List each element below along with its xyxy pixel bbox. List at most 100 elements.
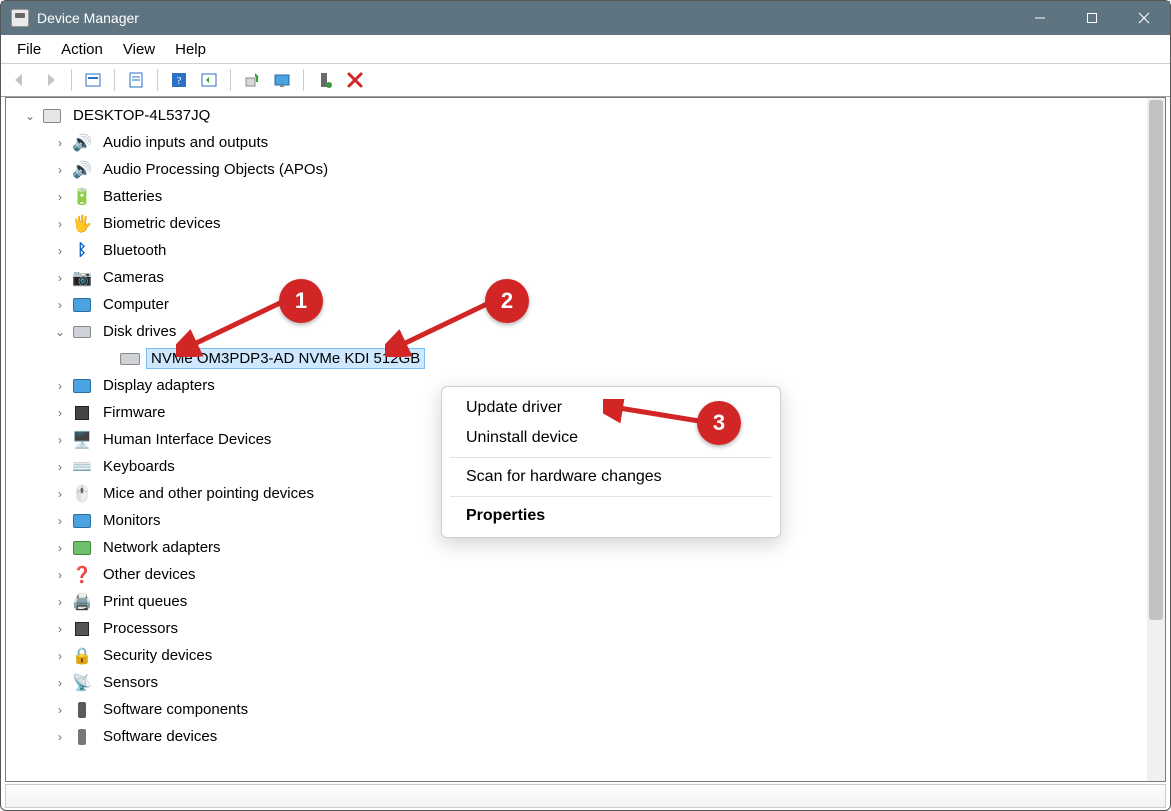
uninstall-device-button[interactable] [342, 67, 368, 93]
app-icon [11, 9, 29, 27]
twisty-icon[interactable]: › [52, 621, 68, 637]
properties-button[interactable] [123, 67, 149, 93]
tree-category-1[interactable]: ›🔊Audio Processing Objects (APOs) [8, 156, 1165, 183]
statusbar [5, 784, 1166, 808]
annotation-circle-1: 1 [279, 279, 323, 323]
twisty-icon[interactable]: › [52, 162, 68, 178]
screen-icon [72, 511, 92, 531]
tree-label[interactable]: Display adapters [98, 375, 220, 396]
tree-label[interactable]: Monitors [98, 510, 166, 531]
menu-help[interactable]: Help [165, 39, 216, 60]
camera-icon: 📷 [72, 268, 92, 288]
tree-category-3[interactable]: ›🖐️Biometric devices [8, 210, 1165, 237]
tree-device-7-0[interactable]: NVMe OM3PDP3-AD NVMe KDI 512GB [8, 345, 1165, 372]
twisty-icon[interactable]: › [52, 702, 68, 718]
tree-label[interactable]: Audio Processing Objects (APOs) [98, 159, 333, 180]
tree-root[interactable]: ⌄ DESKTOP-4L537JQ [8, 102, 1165, 129]
forward-button[interactable] [37, 67, 63, 93]
tree-label[interactable]: Security devices [98, 645, 217, 666]
scan-hardware-button[interactable] [269, 67, 295, 93]
context-separator [450, 457, 772, 458]
scrollbar[interactable] [1147, 98, 1165, 781]
other-icon: ❓ [72, 565, 92, 585]
tree-label[interactable]: Software devices [98, 726, 222, 747]
twisty-icon[interactable]: › [52, 594, 68, 610]
twisty-icon[interactable]: › [52, 297, 68, 313]
tree-category-14[interactable]: › Network adapters [8, 534, 1165, 561]
tree-label[interactable]: Mice and other pointing devices [98, 483, 319, 504]
update-driver-button[interactable] [239, 67, 265, 93]
tree-label[interactable]: Cameras [98, 267, 169, 288]
twisty-icon[interactable]: › [52, 189, 68, 205]
twisty-icon[interactable]: › [52, 243, 68, 259]
annotation-circle-2: 2 [485, 279, 529, 323]
twisty-icon[interactable]: › [52, 486, 68, 502]
tree-category-16[interactable]: ›🖨️Print queues [8, 588, 1165, 615]
tree-label[interactable]: Print queues [98, 591, 192, 612]
tree-label[interactable]: Bluetooth [98, 240, 171, 261]
chip-icon [72, 403, 92, 423]
maximize-button[interactable] [1066, 1, 1118, 35]
menu-view[interactable]: View [113, 39, 165, 60]
tree-label[interactable]: DESKTOP-4L537JQ [68, 105, 215, 126]
tree-label[interactable]: Disk drives [98, 321, 181, 342]
tree-label[interactable]: Firmware [98, 402, 171, 423]
speaker-icon: 🔊 [72, 133, 92, 153]
show-hidden-button[interactable] [80, 67, 106, 93]
twisty-icon[interactable]: › [52, 459, 68, 475]
keyboard-icon: ⌨️ [72, 457, 92, 477]
tree-label[interactable]: Sensors [98, 672, 163, 693]
tree-category-18[interactable]: ›🔒Security devices [8, 642, 1165, 669]
tree-label[interactable]: Other devices [98, 564, 201, 585]
twisty-icon[interactable]: › [52, 648, 68, 664]
help-button[interactable]: ? [166, 67, 192, 93]
tree-category-21[interactable]: › Software devices [8, 723, 1165, 750]
tree-category-19[interactable]: ›📡Sensors [8, 669, 1165, 696]
action-button[interactable] [196, 67, 222, 93]
tree-label[interactable]: Software components [98, 699, 253, 720]
tree-category-0[interactable]: ›🔊 Audio inputs and outputs [8, 129, 1165, 156]
tree-category-20[interactable]: › Software components [8, 696, 1165, 723]
enable-device-button[interactable] [312, 67, 338, 93]
menu-action[interactable]: Action [51, 39, 113, 60]
twisty-icon[interactable]: ⌄ [22, 108, 38, 124]
twisty-icon[interactable]: › [52, 567, 68, 583]
twisty-icon[interactable]: › [52, 675, 68, 691]
tree-label[interactable]: Processors [98, 618, 183, 639]
twisty-icon[interactable]: › [52, 216, 68, 232]
minimize-button[interactable] [1014, 1, 1066, 35]
tree-category-2[interactable]: ›🔋Batteries [8, 183, 1165, 210]
tree-category-15[interactable]: ›❓ Other devices [8, 561, 1165, 588]
tree-label[interactable]: Biometric devices [98, 213, 226, 234]
back-button[interactable] [7, 67, 33, 93]
twisty-icon[interactable]: › [52, 135, 68, 151]
tree-category-7[interactable]: ⌄ Disk drives [8, 318, 1165, 345]
twisty-icon[interactable]: › [52, 729, 68, 745]
tree-category-6[interactable]: › Computer [8, 291, 1165, 318]
tree-label[interactable]: Audio inputs and outputs [98, 132, 273, 153]
tree-label[interactable]: Network adapters [98, 537, 226, 558]
tree-category-17[interactable]: › Processors [8, 615, 1165, 642]
tree-label[interactable]: Computer [98, 294, 174, 315]
tree-label[interactable]: Keyboards [98, 456, 180, 477]
toolbar: ? [1, 63, 1170, 97]
tree-category-4[interactable]: ›ᛒBluetooth [8, 237, 1165, 264]
context-item-3[interactable]: Scan for hardware changes [442, 462, 780, 492]
tree-category-5[interactable]: ›📷 Cameras [8, 264, 1165, 291]
scrollbar-thumb[interactable] [1149, 100, 1163, 620]
context-item-5[interactable]: Properties [442, 501, 780, 531]
twisty-icon[interactable]: › [52, 540, 68, 556]
close-button[interactable] [1118, 1, 1170, 35]
twisty-icon[interactable]: › [52, 513, 68, 529]
menu-file[interactable]: File [7, 39, 51, 60]
disk-icon [72, 322, 92, 342]
twisty-icon[interactable]: › [52, 405, 68, 421]
twisty-icon[interactable]: › [52, 378, 68, 394]
tree-label[interactable]: NVMe OM3PDP3-AD NVMe KDI 512GB [146, 348, 425, 369]
twisty-icon[interactable]: › [52, 432, 68, 448]
tree-label[interactable]: Human Interface Devices [98, 429, 276, 450]
screen-icon [72, 295, 92, 315]
twisty-icon[interactable]: › [52, 270, 68, 286]
twisty-icon[interactable]: ⌄ [52, 324, 68, 340]
tree-label[interactable]: Batteries [98, 186, 167, 207]
